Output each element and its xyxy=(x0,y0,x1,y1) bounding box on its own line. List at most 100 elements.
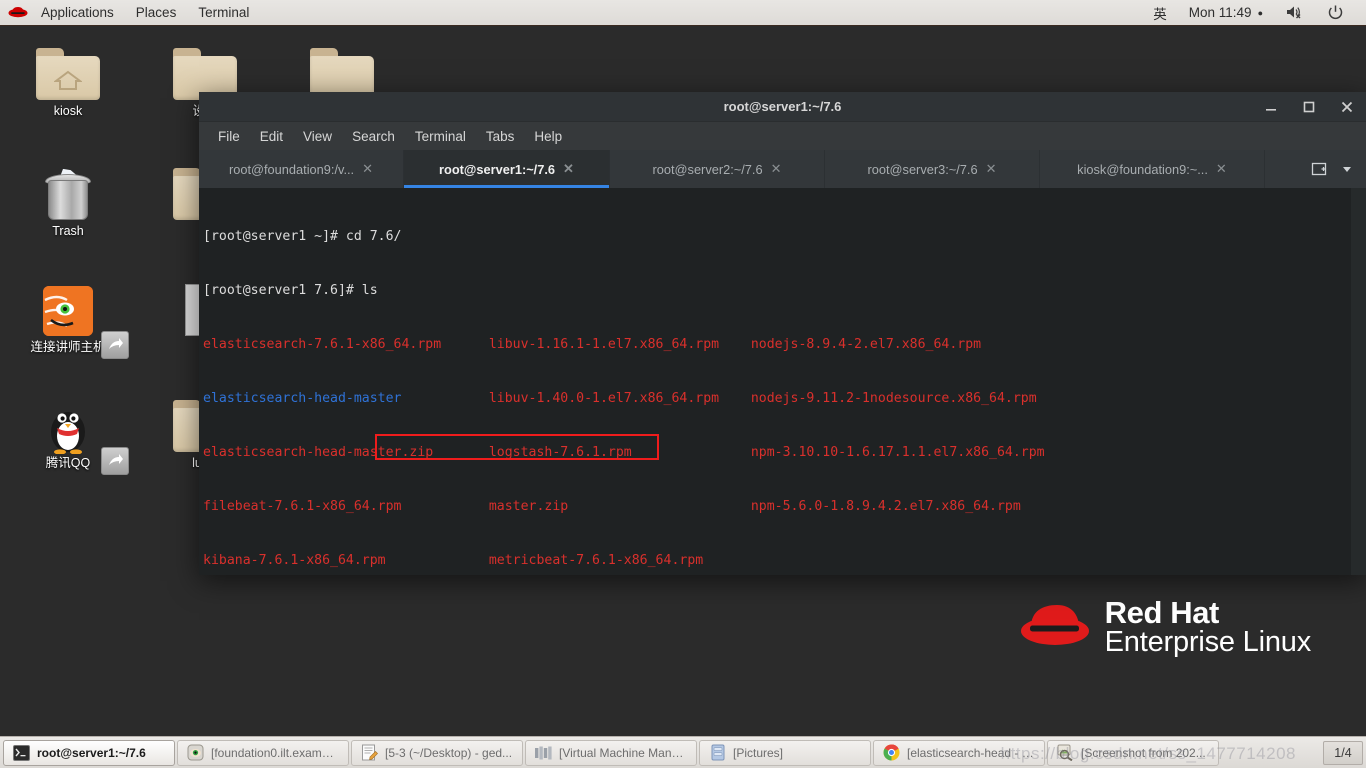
top-panel-left: Applications Places Terminal xyxy=(0,0,260,25)
taskbar-item-gedit[interactable]: [5-3 (~/Desktop) - ged... xyxy=(351,739,523,766)
menu-terminal-label: Terminal xyxy=(414,128,466,144)
terminal-tabbar[interactable]: root@foundation9:/v... ✕ root@server1:~/… xyxy=(199,150,1366,188)
power-menu[interactable] xyxy=(1316,0,1358,25)
terminal-line: kibana-7.6.1-x86_64.rpm metricbeat-7.6.1… xyxy=(203,552,1366,570)
menu-file[interactable]: File xyxy=(208,126,250,147)
virt-manager-icon xyxy=(535,744,552,761)
tab-close-icon[interactable]: ✕ xyxy=(362,161,373,177)
menu-terminal[interactable]: Terminal xyxy=(187,0,260,25)
tab-kiosk-foundation9[interactable]: kiosk@foundation9:~... ✕ xyxy=(1040,150,1265,188)
taskbar-item-label: [Screenshot from 202... xyxy=(1081,745,1206,760)
clock-dot: ● xyxy=(1257,7,1263,18)
shortcut-arrow-icon xyxy=(101,331,129,359)
desktop-icon-label: Trash xyxy=(52,224,84,238)
menu-applications-label: Applications xyxy=(41,5,114,20)
terminal-segment: elasticsearch-7.6.1-x86_64.rpm xyxy=(203,337,489,352)
taskbar-item-label: [Pictures] xyxy=(733,745,784,760)
tab-close-icon[interactable]: ✕ xyxy=(986,161,997,177)
qq-penguin-shortcut-icon xyxy=(13,394,129,475)
shortcut-arrow-icon xyxy=(101,447,129,475)
desktop-icon-tencent-qq[interactable]: 腾讯QQ xyxy=(13,394,129,475)
menu-help[interactable]: Help xyxy=(524,126,572,147)
top-panel: Applications Places Terminal 英 Mon 11:49… xyxy=(0,0,1366,26)
tab-root-foundation9[interactable]: root@foundation9:/v... ✕ xyxy=(199,150,404,188)
window-controls xyxy=(1260,96,1366,118)
maximize-icon[interactable] xyxy=(1298,96,1320,118)
desktop-icon-kiosk[interactable]: kiosk xyxy=(13,42,123,119)
input-method-indicator[interactable]: 英 xyxy=(1142,0,1178,25)
workspace-label: 1/4 xyxy=(1334,745,1352,760)
taskbar-item-virt-manager[interactable]: [Virtual Machine Manag... xyxy=(525,739,697,766)
terminal-menubar[interactable]: File Edit View Search Terminal Tabs Help xyxy=(199,122,1366,150)
terminal-text: [root@server1 ~]# cd 7.6/ [root@server1 … xyxy=(199,188,1366,575)
tab-root-server3[interactable]: root@server3:~/7.6 ✕ xyxy=(825,150,1040,188)
speaker-muted-icon xyxy=(1285,4,1305,22)
taskbar-item-screenshot[interactable]: [Screenshot from 202... xyxy=(1047,739,1219,766)
menu-places[interactable]: Places xyxy=(125,0,188,25)
terminal-segment: [root@server1 7.6]# ls xyxy=(203,283,378,298)
menu-tabs[interactable]: Tabs xyxy=(476,126,525,147)
close-icon[interactable] xyxy=(1336,96,1358,118)
taskbar-item-label: root@server1:~/7.6 xyxy=(37,745,146,760)
terminal-title: root@server1:~/7.6 xyxy=(723,99,842,114)
terminal-window[interactable]: root@server1:~/7.6 File Edit View Search… xyxy=(199,92,1366,575)
redhat-fedora-icon[interactable] xyxy=(8,6,28,20)
gedit-icon xyxy=(361,744,378,761)
new-tab-icon[interactable] xyxy=(1306,156,1332,182)
power-icon xyxy=(1327,4,1347,22)
volume-menu[interactable] xyxy=(1274,0,1316,25)
taskbar-item-pictures[interactable]: [Pictures] xyxy=(699,739,871,766)
menu-search-label: Search xyxy=(352,128,395,144)
terminal-segment: kibana-7.6.1-x86_64.rpm xyxy=(203,553,489,568)
terminal-segment: logstash-7.6.1.rpm xyxy=(488,445,751,460)
menu-edit-label: Edit xyxy=(259,128,284,144)
rhel-branding: Red Hat Enterprise Linux xyxy=(1019,597,1311,658)
desktop[interactable]: kiosk 设备 5-3 Trash xyxy=(0,26,1366,736)
tabbar-actions xyxy=(1306,150,1366,188)
terminal-scrollbar[interactable] xyxy=(1351,188,1366,575)
virt-viewer-icon xyxy=(187,744,204,761)
top-panel-right: 英 Mon 11:49 ● xyxy=(1142,0,1366,25)
terminal-segment: elasticsearch-head-master.zip xyxy=(203,445,489,460)
terminal-titlebar[interactable]: root@server1:~/7.6 xyxy=(199,92,1366,122)
taskbar-item-label: [Virtual Machine Manag... xyxy=(559,745,687,760)
menu-view[interactable]: View xyxy=(293,126,342,147)
desktop-icon-connect-instructor[interactable]: 连接讲师主机 xyxy=(13,278,129,359)
brand-line-1: Red Hat xyxy=(1104,594,1220,630)
terminal-output-area[interactable]: [root@server1 ~]# cd 7.6/ [root@server1 … xyxy=(199,188,1366,575)
chrome-icon xyxy=(883,744,900,761)
terminal-segment: npm-3.10.10-1.6.17.1.1.el7.x86_64.rpm xyxy=(750,445,1045,460)
workspace-indicator[interactable]: 1/4 xyxy=(1323,740,1363,765)
terminal-segment: [root@server1 ~]# cd 7.6/ xyxy=(203,229,402,244)
terminal-segment: nodejs-8.9.4-2.el7.x86_64.rpm xyxy=(750,337,982,352)
clock-label: Mon 11:49 xyxy=(1188,5,1252,20)
terminal-line: elasticsearch-head-master libuv-1.40.0-1… xyxy=(203,390,1366,408)
tab-close-icon[interactable]: ✕ xyxy=(1216,161,1227,177)
tab-close-icon[interactable]: ✕ xyxy=(563,161,574,177)
menu-search[interactable]: Search xyxy=(342,126,405,147)
tab-root-server1[interactable]: root@server1:~/7.6 ✕ xyxy=(404,150,610,188)
taskbar[interactable]: root@server1:~/7.6 [foundation0.ilt.exam… xyxy=(0,736,1366,768)
terminal-line: elasticsearch-head-master.zip logstash-7… xyxy=(203,444,1366,462)
terminal-segment: nodejs-9.11.2-1nodesource.x86_64.rpm xyxy=(750,391,1037,406)
tab-label: root@server3:~/7.6 xyxy=(867,161,978,177)
minimize-icon[interactable] xyxy=(1260,96,1282,118)
clock[interactable]: Mon 11:49 ● xyxy=(1178,0,1274,25)
terminal-line: elasticsearch-7.6.1-x86_64.rpm libuv-1.1… xyxy=(203,336,1366,354)
taskbar-item-terminal[interactable]: root@server1:~/7.6 xyxy=(3,739,175,766)
taskbar-item-chrome[interactable]: [elasticsearch-head - G... xyxy=(873,739,1045,766)
tab-root-server2[interactable]: root@server2:~/7.6 ✕ xyxy=(610,150,825,188)
taskbar-item-virt-viewer[interactable]: [foundation0.ilt.exampl... xyxy=(177,739,349,766)
terminal-line: [root@server1 7.6]# ls xyxy=(203,282,1366,300)
redhat-fedora-logo xyxy=(1019,599,1091,656)
image-viewer-icon xyxy=(1057,744,1074,761)
menu-applications[interactable]: Applications xyxy=(30,0,125,25)
desktop-icon-trash[interactable]: Trash xyxy=(13,162,123,239)
chevron-down-icon[interactable] xyxy=(1334,156,1360,182)
menu-edit[interactable]: Edit xyxy=(250,126,293,147)
tab-close-icon[interactable]: ✕ xyxy=(771,161,782,177)
tab-label: root@foundation9:/v... xyxy=(228,161,355,177)
menu-file-label: File xyxy=(218,128,240,144)
menu-terminal[interactable]: Terminal xyxy=(405,126,476,147)
terminal-segment: libuv-1.40.0-1.el7.x86_64.rpm xyxy=(488,391,751,406)
